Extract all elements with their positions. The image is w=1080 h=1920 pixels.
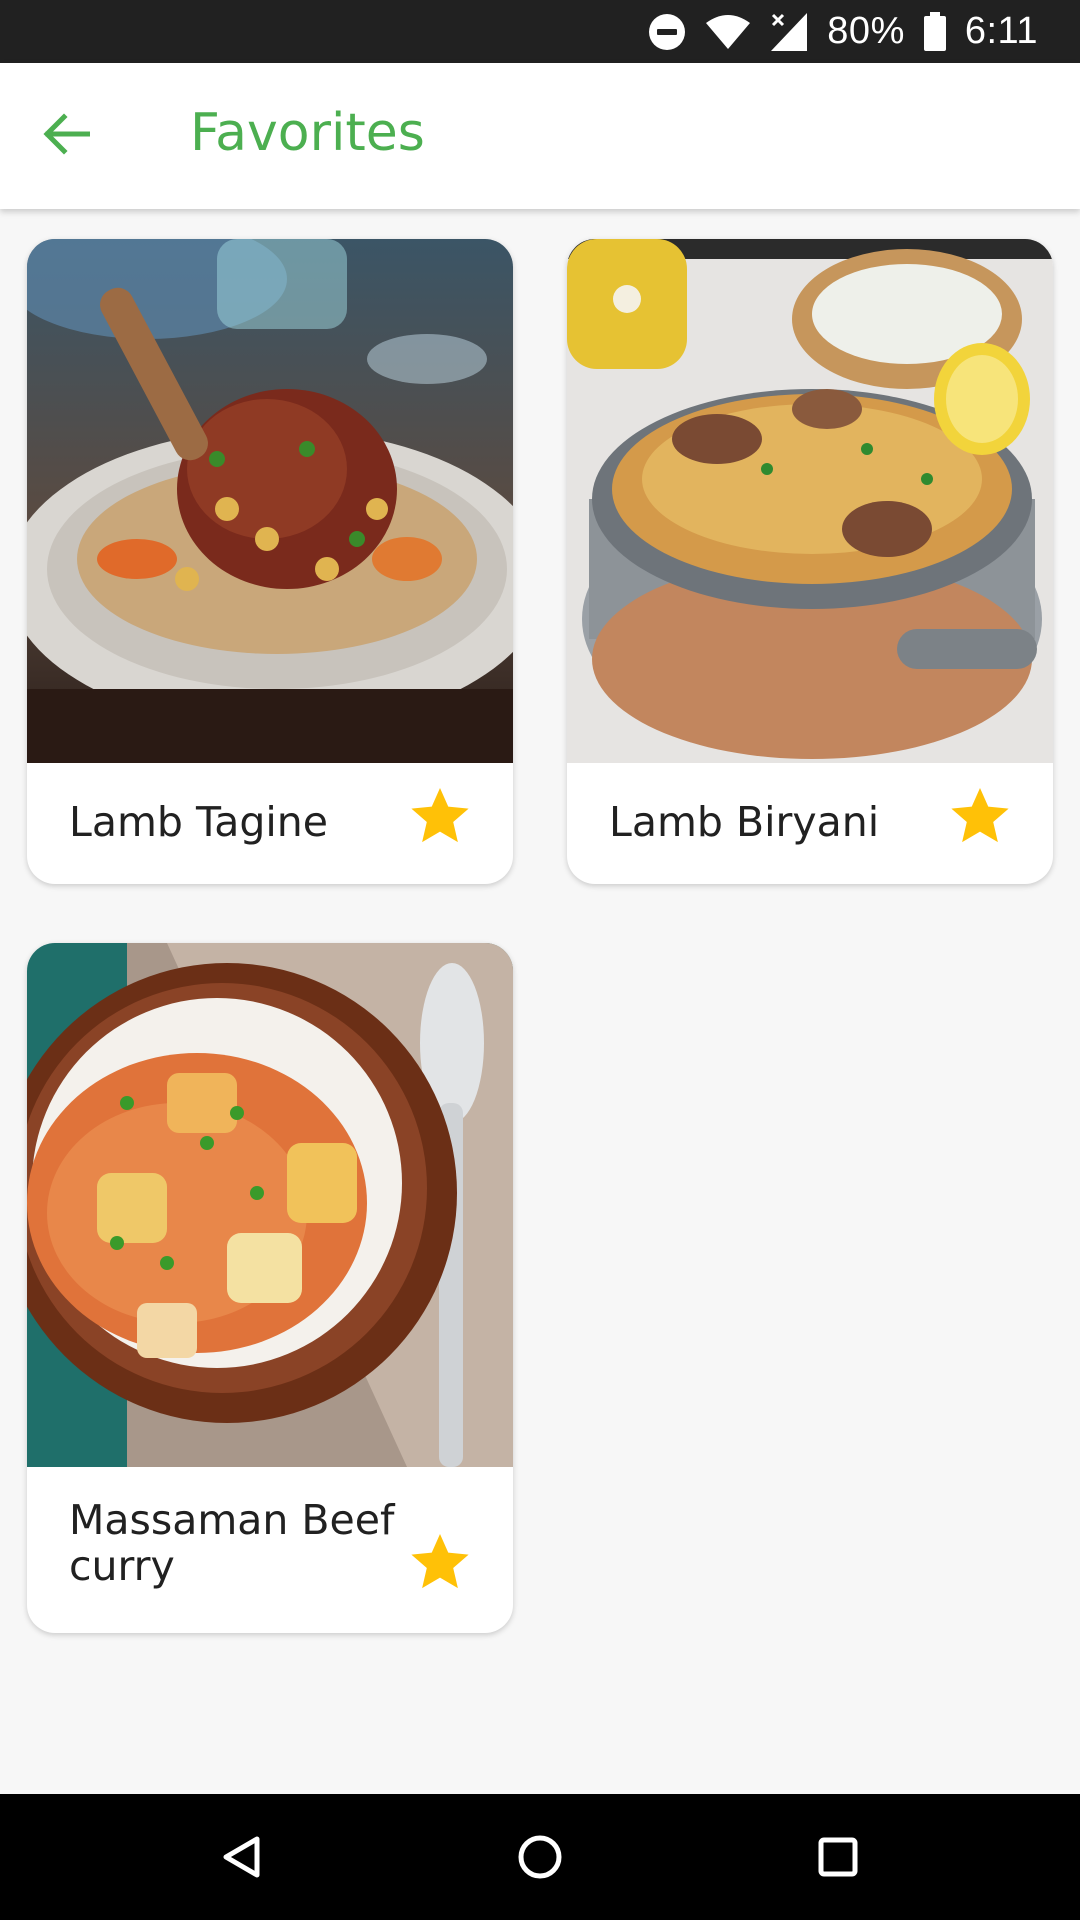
battery-icon <box>923 11 947 52</box>
battery-percentage: 80% <box>827 10 905 52</box>
app-bar: Favorites <box>0 63 1080 209</box>
recipe-card-lamb-biryani[interactable]: Lamb Biryani <box>567 239 1053 884</box>
home-circle-icon <box>518 1835 562 1879</box>
recipe-card-massaman-beef-curry[interactable]: Massaman Beef curry <box>27 943 513 1633</box>
do-not-disturb-icon <box>647 12 687 52</box>
navigation-bar <box>0 1794 1080 1920</box>
back-button[interactable] <box>30 100 102 172</box>
status-bar: 80% 6:11 <box>0 0 1080 63</box>
star-icon[interactable] <box>407 783 473 849</box>
recents-square-icon <box>818 1837 858 1877</box>
star-icon[interactable] <box>947 783 1013 849</box>
page-title: Favorites <box>190 103 425 163</box>
recipe-card-lamb-tagine[interactable]: Lamb Tagine <box>27 239 513 884</box>
cellular-no-data-icon <box>769 11 809 53</box>
recipe-title: Massaman Beef curry <box>69 1496 395 1590</box>
recipe-title: Lamb Tagine <box>69 798 328 846</box>
nav-home-button[interactable] <box>500 1817 580 1897</box>
back-triangle-icon <box>223 1836 260 1878</box>
nav-recents-button[interactable] <box>798 1817 878 1897</box>
recipe-image <box>567 239 1053 763</box>
wifi-icon <box>705 13 751 51</box>
clock: 6:11 <box>964 10 1038 52</box>
recipe-title: Lamb Biryani <box>609 798 880 846</box>
nav-back-button[interactable] <box>201 1817 281 1897</box>
recipe-image <box>27 239 513 763</box>
star-icon[interactable] <box>407 1529 473 1595</box>
recipe-image <box>27 943 513 1467</box>
arrow-back-icon <box>42 113 91 159</box>
